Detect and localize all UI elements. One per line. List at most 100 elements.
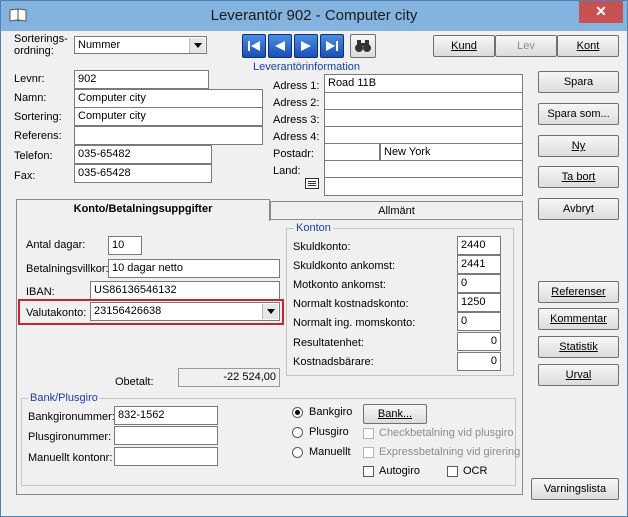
- arrow-left-icon: [275, 41, 285, 51]
- adress1-label: Adress 1:: [273, 80, 320, 92]
- plusgiro-input[interactable]: [114, 426, 218, 445]
- plusgiro-radio[interactable]: [292, 427, 303, 438]
- namn-label: Namn:: [14, 92, 47, 104]
- iban-input[interactable]: US86136546132: [90, 281, 280, 300]
- arrow-right-icon: [301, 41, 311, 51]
- kostnadskonto-label: Normalt kostnadskonto:: [293, 298, 409, 310]
- kont-button[interactable]: Kont: [557, 35, 619, 57]
- konton-title: Konton: [294, 222, 333, 234]
- chevron-down-icon[interactable]: [262, 304, 278, 319]
- spara-som-button[interactable]: Spara som...: [538, 103, 619, 125]
- nav-first-button[interactable]: [242, 34, 266, 58]
- skuldkonto-ankomst-label: Skuldkonto ankomst:: [293, 260, 396, 272]
- manuellt-input[interactable]: [114, 447, 218, 466]
- manuellt-radio[interactable]: [292, 447, 303, 458]
- kund-button[interactable]: Kund: [433, 35, 495, 57]
- manuellt-label: Manuellt kontonr:: [28, 452, 113, 464]
- bankgiro-label: Bankgironummer:: [28, 411, 115, 423]
- betalningsvillkor-input[interactable]: 10 dagar netto: [108, 259, 280, 278]
- referenser-button[interactable]: Referenser: [538, 281, 619, 303]
- telefon-label: Telefon:: [14, 150, 53, 162]
- section-title-supplier: Leverantörinformation: [253, 61, 361, 73]
- skuldkonto-ankomst-input[interactable]: 2441: [457, 255, 501, 274]
- motkonto-label: Motkonto ankomst:: [293, 279, 386, 291]
- valutakonto-value: 23156426638: [94, 305, 162, 317]
- sort-select-value: Nummer: [78, 39, 121, 51]
- land2-input[interactable]: [324, 177, 523, 196]
- adress1-input[interactable]: Road 11B: [324, 74, 523, 93]
- kommentar-button[interactable]: Kommentar: [538, 308, 619, 330]
- momskonto-label: Normalt ing. momskonto:: [293, 317, 416, 329]
- momskonto-input[interactable]: 0: [457, 312, 501, 331]
- tab-allmant[interactable]: Allmänt: [270, 201, 523, 221]
- antal-dagar-label: Antal dagar:: [26, 239, 86, 251]
- sort-select[interactable]: Nummer: [74, 36, 207, 54]
- referens-label: Referens:: [14, 130, 62, 142]
- checkbetalning-checkbox: [363, 428, 374, 439]
- ny-button[interactable]: Ny: [538, 135, 619, 157]
- ocr-label: OCR: [463, 465, 488, 477]
- avbryt-button[interactable]: Avbryt: [538, 198, 619, 220]
- spara-button[interactable]: Spara: [538, 71, 619, 93]
- checkbetalning-label: Checkbetalning vid plusgiro: [379, 427, 514, 439]
- sort-label-2: ordning:: [14, 45, 54, 57]
- bankgiro-radio-label: Bankgiro: [309, 406, 353, 418]
- skip-last-icon: [326, 41, 338, 51]
- fax-label: Fax:: [14, 170, 36, 182]
- statistik-button[interactable]: Statistik: [538, 336, 619, 358]
- kostnadsbarare-label: Kostnadsbärare:: [293, 356, 374, 368]
- namn-input[interactable]: Computer city: [74, 89, 263, 108]
- fax-input[interactable]: 035-65428: [74, 164, 212, 183]
- skip-first-icon: [248, 41, 260, 51]
- antal-dagar-input[interactable]: 10: [108, 236, 142, 255]
- adress3-label: Adress 3:: [273, 114, 320, 126]
- urval-button[interactable]: Urval: [538, 364, 619, 386]
- bankgiro-input[interactable]: 832-1562: [114, 406, 218, 425]
- bankgiro-radio[interactable]: [292, 407, 303, 418]
- plusgiro-radio-label: Plusgiro: [309, 426, 349, 438]
- betalningsvillkor-label: Betalningsvillkor:: [26, 263, 109, 275]
- skuldkonto-label: Skuldkonto:: [293, 241, 351, 253]
- levnr-label: Levnr:: [14, 73, 45, 85]
- autogiro-checkbox[interactable]: [363, 466, 374, 477]
- valutakonto-label: Valutakonto:: [26, 307, 87, 319]
- referens-input[interactable]: [74, 126, 263, 145]
- levnr-input[interactable]: 902: [74, 70, 209, 89]
- window-title: Leverantör 902 - Computer city: [210, 7, 418, 24]
- postadr-label: Postadr:: [273, 148, 314, 160]
- sortering-input[interactable]: Computer city: [74, 107, 263, 126]
- search-button[interactable]: [350, 34, 376, 58]
- supplier-window: Leverantör 902 - Computer city ✕ Sorteri…: [0, 0, 628, 517]
- skuldkonto-input[interactable]: 2440: [457, 236, 501, 255]
- iban-label: IBAN:: [26, 286, 55, 298]
- ta-bort-button[interactable]: Ta bort: [538, 166, 619, 188]
- nav-next-button[interactable]: [294, 34, 318, 58]
- close-button[interactable]: ✕: [579, 1, 623, 23]
- autogiro-label: Autogiro: [379, 465, 420, 477]
- sort-label-1: Sorterings-: [14, 33, 68, 45]
- adress4-label: Adress 4:: [273, 131, 320, 143]
- bank-button[interactable]: Bank...: [363, 404, 427, 424]
- express-checkbox: [363, 447, 374, 458]
- adress2-label: Adress 2:: [273, 97, 320, 109]
- ocr-checkbox[interactable]: [447, 466, 458, 477]
- binoculars-icon: [355, 40, 371, 52]
- lev-button: Lev: [495, 35, 557, 57]
- obetalt-value: -22 524,00: [178, 368, 280, 387]
- kostnadsbarare-input[interactable]: 0: [457, 352, 501, 371]
- address-card-icon[interactable]: [305, 178, 319, 189]
- valutakonto-select[interactable]: 23156426638: [90, 302, 280, 321]
- title-bar: Leverantör 902 - Computer city ✕: [1, 1, 627, 31]
- nav-last-button[interactable]: [320, 34, 344, 58]
- bank-title: Bank/Plusgiro: [28, 392, 100, 404]
- nav-prev-button[interactable]: [268, 34, 292, 58]
- tab-konto[interactable]: Konto/Betalningsuppgifter: [16, 199, 270, 221]
- motkonto-input[interactable]: 0: [457, 274, 501, 293]
- kostnadskonto-input[interactable]: 1250: [457, 293, 501, 312]
- resultatenhet-input[interactable]: 0: [457, 332, 501, 351]
- varningslista-button[interactable]: Varningslista: [531, 478, 619, 500]
- chevron-down-icon[interactable]: [189, 38, 205, 53]
- plusgiro-label: Plusgironummer:: [28, 431, 112, 443]
- express-label: Expressbetalning vid girering: [379, 446, 521, 458]
- telefon-input[interactable]: 035-65482: [74, 145, 212, 164]
